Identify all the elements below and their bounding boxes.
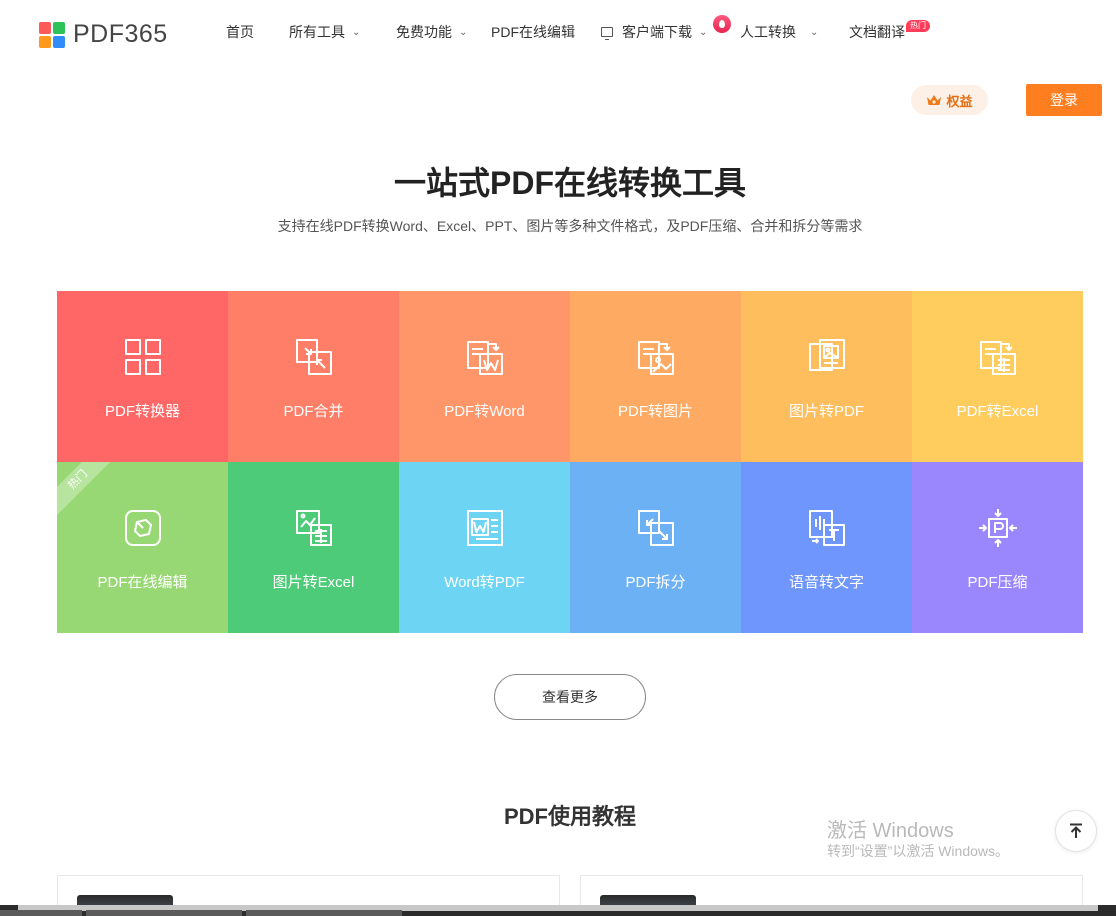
pdf-to-word-icon [466, 341, 503, 375]
chevron-down-icon: ⌄ [459, 26, 468, 38]
equity-button[interactable]: 权益 [911, 85, 988, 115]
tool-tile[interactable]: PDF合并 [228, 291, 399, 462]
nav-online-edit[interactable]: PDF在线编辑 [491, 22, 575, 42]
tool-tile-label: PDF合并 [283, 403, 344, 420]
nav-online-edit-label: PDF在线编辑 [491, 24, 575, 40]
page-title: 一站式PDF在线转换工具 [393, 165, 746, 201]
tool-tile[interactable]: PDF转换器 [57, 291, 228, 462]
chevron-down-icon: ⌄ [352, 26, 361, 38]
nav-free-features-label: 免费功能 [396, 24, 452, 40]
tool-grid: PDF转换器 PDF合并 PDF转Word PDF转图片 图片转PDF PDF转Excel… [57, 291, 1083, 633]
nav-client-download-label: 客户端下载 [622, 24, 692, 40]
hot-ribbon: 热门 [57, 462, 117, 519]
page: PDF365 首页 所有工具 ⌄ 免费功能 ⌄ PDF在线编辑 客户端下载 ⌄ [0, 0, 1116, 916]
login-button[interactable]: 登录 [1026, 84, 1102, 116]
nav-client-download[interactable]: 客户端下载 ⌄ [601, 22, 707, 42]
nav-free-features[interactable]: 免费功能 ⌄ [396, 22, 467, 42]
fire-icon [713, 15, 731, 33]
merge-icon [295, 339, 332, 375]
taskbar-item[interactable] [246, 910, 402, 916]
taskbar-item[interactable] [0, 910, 82, 916]
tool-tile-label: 语音转文字 [788, 574, 864, 591]
monitor-download-icon [601, 27, 613, 40]
back-to-top-button[interactable] [1055, 810, 1097, 852]
equity-label: 权益 [946, 93, 973, 109]
compress-icon [978, 509, 1017, 547]
tool-tile-label: PDF转图片 [617, 403, 693, 420]
crown-icon [927, 95, 942, 105]
tool-tile[interactable]: PDF转Excel [912, 291, 1083, 462]
nav-translate[interactable]: 文档翻译 [849, 22, 905, 42]
tool-tile[interactable]: 图片转Excel [228, 462, 399, 633]
pdf-to-image-icon [637, 341, 674, 375]
nav-manual-convert[interactable]: 人工转换 ⌄ [740, 22, 818, 42]
tool-tile-label: PDF转Word [444, 403, 525, 420]
tool-tile[interactable]: 图片转PDF [741, 291, 912, 462]
taskbar-item[interactable] [86, 910, 242, 916]
nav-translate-label: 文档翻译 [849, 24, 905, 40]
split-icon [637, 510, 674, 546]
chevron-down-icon: ⌄ [699, 26, 708, 38]
logo-text: PDF365 [73, 20, 168, 48]
nav-all-tools-label: 所有工具 [289, 24, 345, 40]
word-to-pdf-icon [466, 510, 503, 546]
image-to-pdf-icon [808, 339, 845, 371]
page-subtitle: 支持在线PDF转换Word、Excel、PPT、图片等多种文件格式，及PDF压缩… [277, 218, 863, 234]
voice-to-text-icon [808, 510, 845, 546]
logo[interactable]: PDF365 [39, 20, 168, 49]
tool-tile[interactable]: Word转PDF [399, 462, 570, 633]
tool-tile-label: PDF转Excel [956, 403, 1039, 420]
image-to-excel-icon [295, 510, 332, 546]
logo-icon [39, 21, 65, 48]
tool-tile-label: 图片转PDF [788, 403, 864, 420]
taskbar [0, 905, 1116, 916]
view-more-button[interactable]: 查看更多 [494, 674, 646, 720]
tool-tile[interactable]: PDF转图片 [570, 291, 741, 462]
windows-activation-hint: 转到“设置”以激活 Windows。 [827, 843, 1010, 859]
pdf-to-excel-icon [979, 341, 1016, 375]
chevron-down-icon: ⌄ [810, 26, 819, 38]
tool-tile-label: PDF压缩 [967, 574, 1028, 591]
header: PDF365 首页 所有工具 ⌄ 免费功能 ⌄ PDF在线编辑 客户端下载 ⌄ [0, 0, 1116, 66]
grid-icon [124, 339, 161, 375]
tool-tile[interactable]: PDF转Word [399, 291, 570, 462]
tool-tile[interactable]: PDF压缩 [912, 462, 1083, 633]
tool-tile-label: PDF拆分 [625, 574, 686, 591]
hot-badge: 热门 [906, 20, 930, 32]
tool-tile-label: Word转PDF [444, 574, 525, 591]
tool-tile-label: 图片转Excel [272, 574, 355, 591]
tool-tile[interactable]: PDF在线编辑 热门 [57, 462, 228, 633]
nav-home[interactable]: 首页 [226, 22, 254, 42]
windows-activation-title: 激活 Windows [827, 820, 954, 842]
tool-tile-label: PDF在线编辑 [97, 574, 188, 591]
arrow-up-icon [1070, 823, 1082, 838]
tool-tile-label: PDF转换器 [104, 403, 180, 420]
tool-tile[interactable]: 语音转文字 [741, 462, 912, 633]
nav-all-tools[interactable]: 所有工具 ⌄ [289, 22, 360, 42]
nav-manual-convert-label: 人工转换 [740, 24, 796, 40]
edit-icon [124, 510, 161, 546]
nav-home-label: 首页 [226, 24, 254, 40]
tool-tile[interactable]: PDF拆分 [570, 462, 741, 633]
